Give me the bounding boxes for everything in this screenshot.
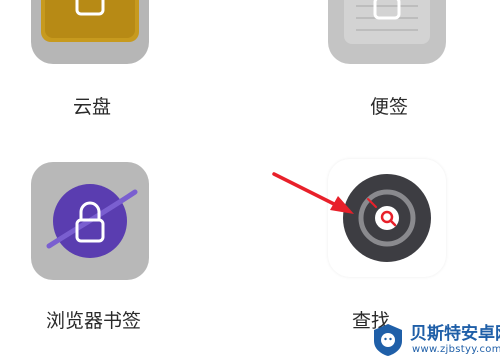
watermark: 贝斯特安卓网 www.zjbstyy.com — [372, 323, 500, 361]
red-arrow-icon — [272, 172, 354, 214]
watermark-url: www.zjbstyy.com — [412, 344, 500, 355]
watermark-title: 贝斯特安卓网 — [410, 324, 500, 344]
notes-app-tile[interactable] — [328, 0, 446, 64]
browser-bookmarks-app-tile[interactable] — [31, 162, 149, 280]
lock-notes-icon — [344, 0, 430, 44]
browser-bookmarks-app-label: 浏览器书签 — [46, 310, 142, 332]
android-badge-icon — [374, 324, 402, 356]
cloud-app-tile[interactable] — [31, 0, 149, 64]
lock-cloud-icon — [41, 0, 139, 42]
cloud-app-label: 云盘 — [73, 96, 112, 118]
lock-planet-icon — [46, 184, 138, 258]
notes-app-label: 便签 — [370, 96, 409, 118]
